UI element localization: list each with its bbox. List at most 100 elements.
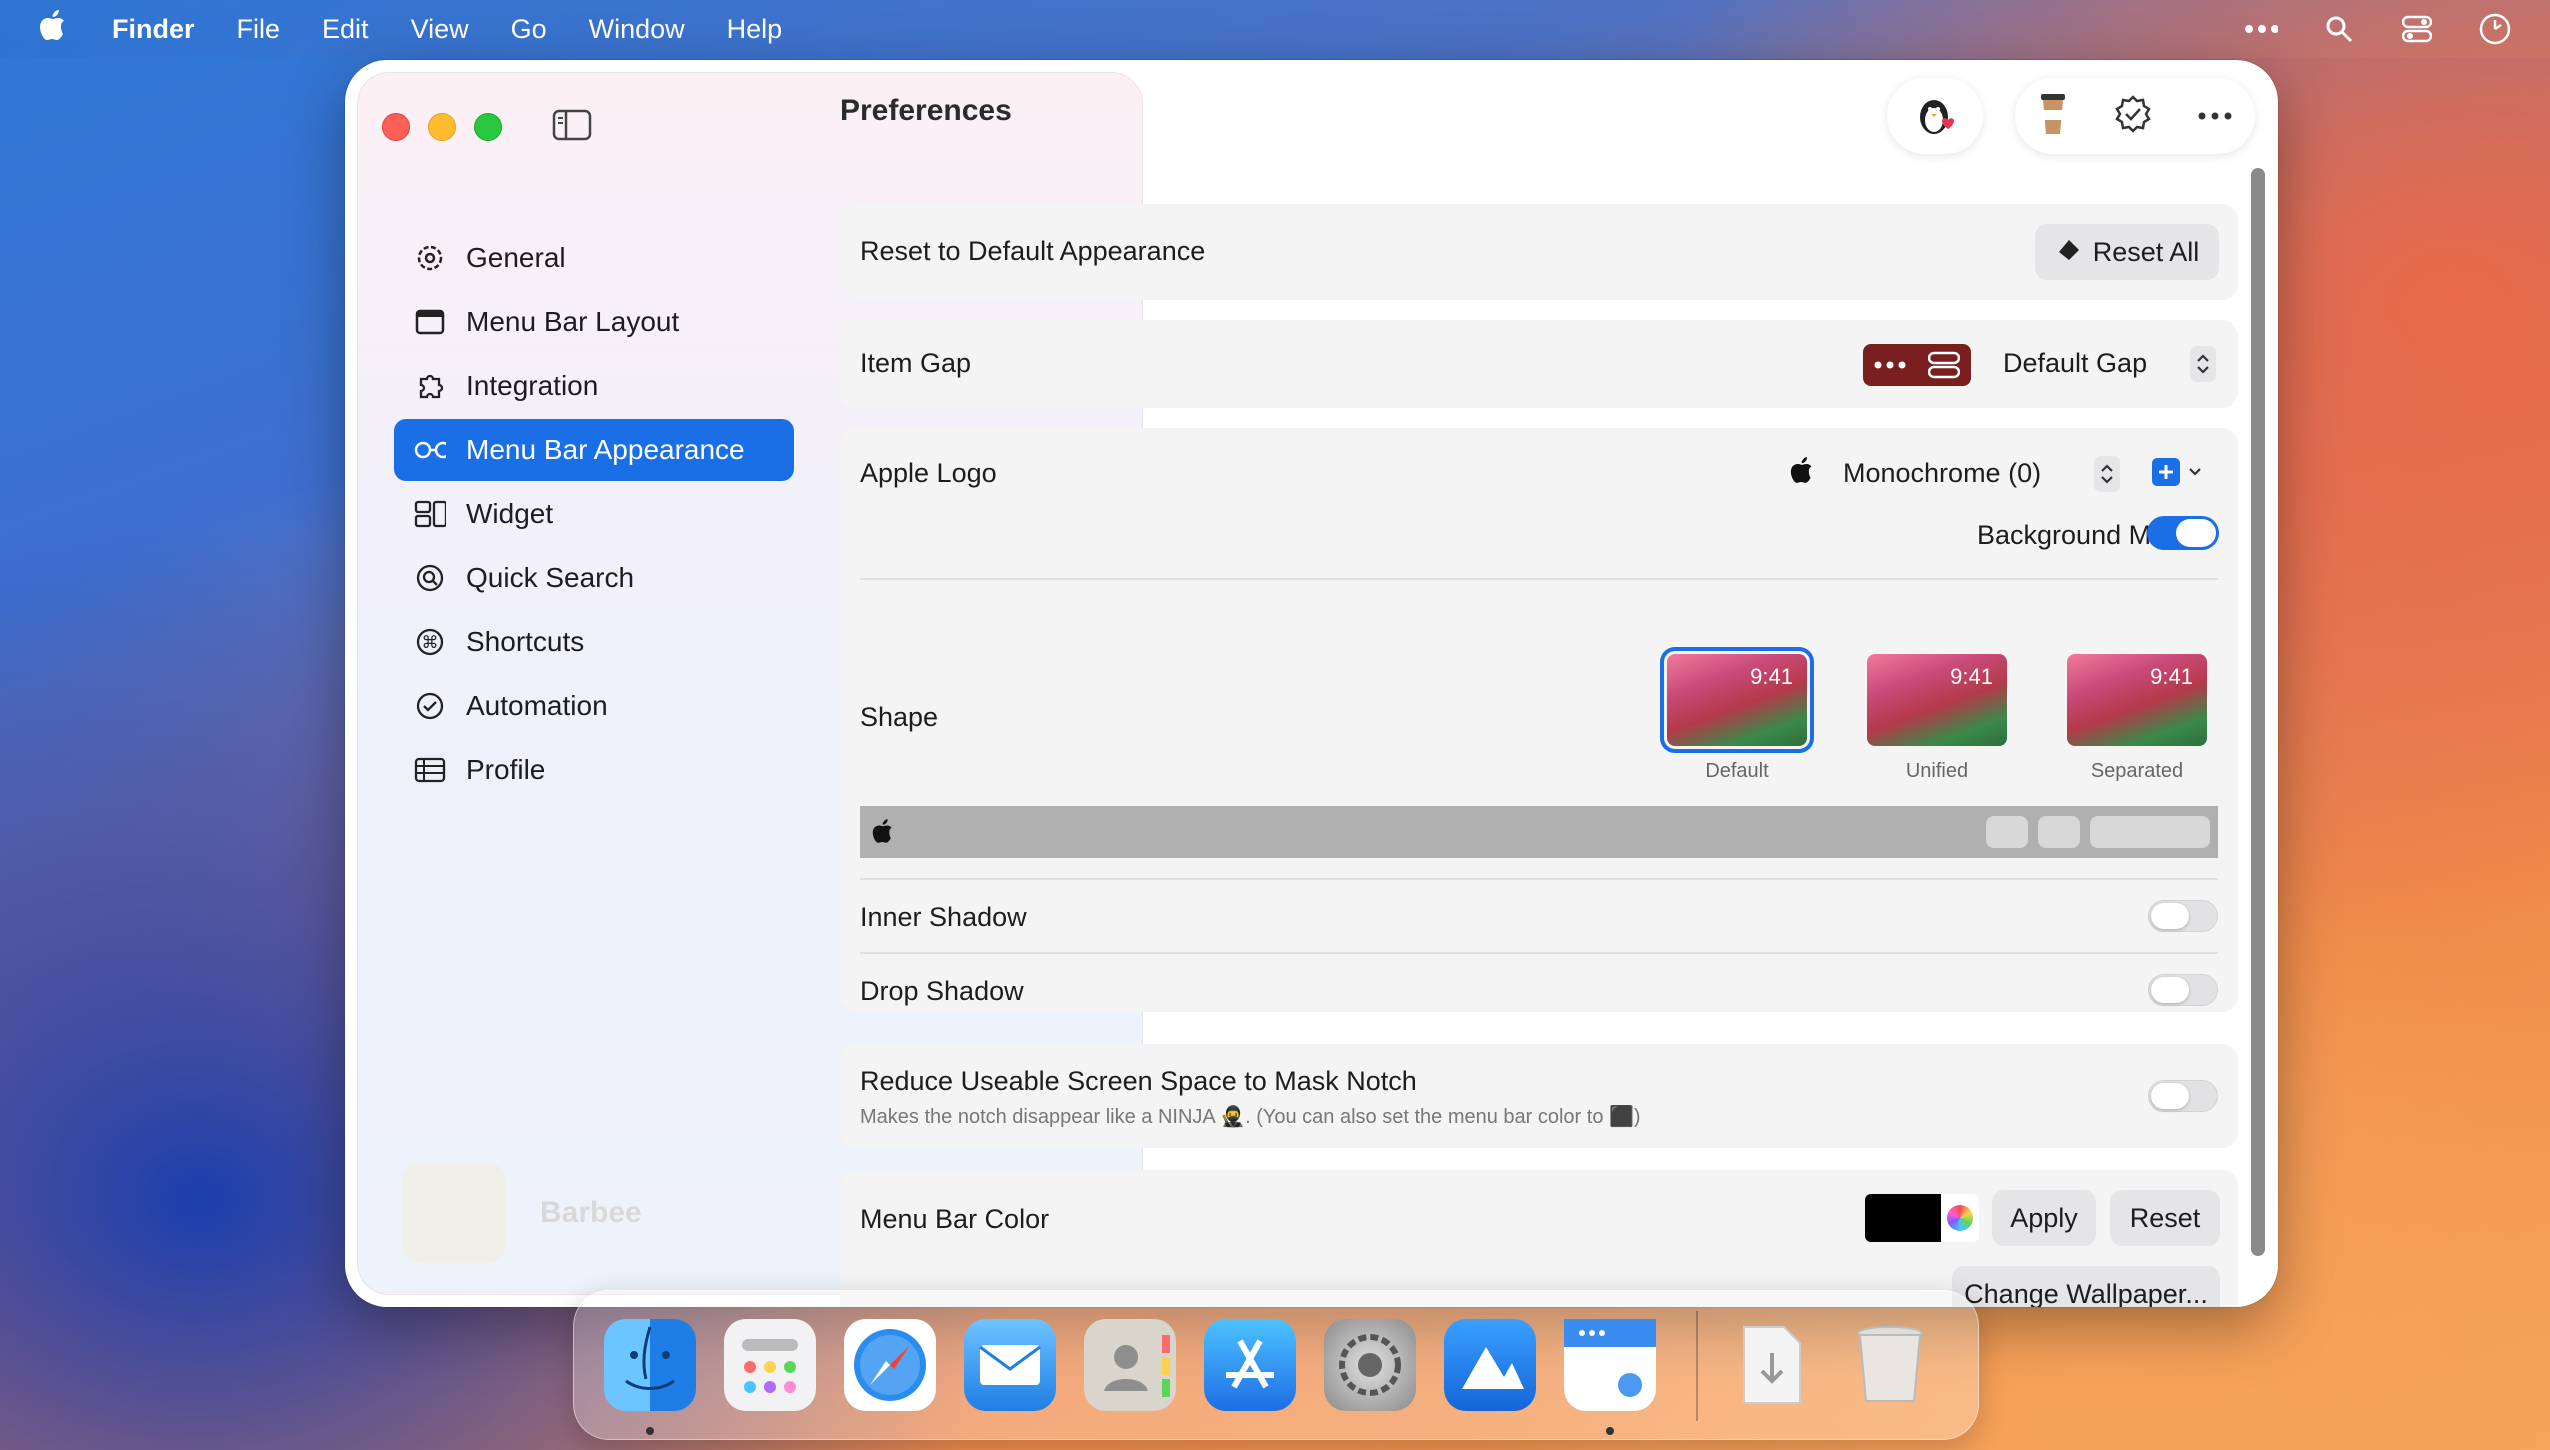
sidebar-toggle-icon[interactable] — [552, 109, 592, 143]
trash-icon[interactable] — [1844, 1319, 1936, 1411]
mail-icon[interactable] — [964, 1319, 1056, 1411]
sidebar-item-label: Integration — [466, 370, 599, 401]
sidebar-item-profile[interactable]: Profile — [394, 739, 794, 801]
dock — [573, 1290, 1979, 1440]
sidebar-item-automation[interactable]: Automation — [394, 675, 794, 737]
brand: Barbee — [402, 1163, 642, 1263]
toggles-icon — [1928, 351, 1960, 379]
item-gap-select[interactable]: Default Gap — [2003, 348, 2147, 379]
zoom-button[interactable] — [474, 113, 502, 141]
sidebar-item-integration[interactable]: Integration — [394, 355, 794, 417]
menu-edit[interactable]: Edit — [322, 14, 369, 45]
apple-menu-icon[interactable] — [38, 9, 68, 49]
menu-file[interactable]: File — [237, 14, 281, 45]
preview-time: 9:41 — [1750, 664, 1793, 689]
menu-bar-color-card: Menu Bar Color Apply Reset Change Wallpa… — [840, 1170, 2238, 1307]
sidebar-item-general[interactable]: General — [394, 227, 794, 289]
drop-shadow-toggle[interactable] — [2148, 974, 2218, 1006]
control-center-icon[interactable] — [2400, 12, 2434, 46]
safari-icon[interactable] — [844, 1319, 936, 1411]
menu-bar-color-label: Menu Bar Color — [860, 1204, 1050, 1234]
preview-time: 9:41 — [2150, 664, 2193, 689]
notch-toggle[interactable] — [2148, 1080, 2218, 1112]
barbee-app-icon[interactable] — [1564, 1319, 1656, 1411]
sidebar-item-label: Menu Bar Layout — [466, 306, 680, 337]
preview-time: 9:41 — [1950, 664, 1993, 689]
inner-shadow-toggle[interactable] — [2148, 900, 2218, 932]
coffee-cup-icon[interactable] — [2038, 92, 2068, 141]
shape-preview: 9:41 — [1867, 654, 2007, 746]
barbee-logo — [402, 1163, 506, 1263]
reset-color-button[interactable]: Reset — [2110, 1190, 2220, 1246]
sidebar-item-label: Shortcuts — [466, 626, 585, 657]
menubar-window-icon — [414, 306, 446, 338]
command-icon: ⌘ — [414, 626, 446, 658]
add-logo-menu[interactable] — [2152, 458, 2202, 486]
apple-logo-stepper-icon[interactable] — [2094, 456, 2120, 492]
running-indicator — [646, 1427, 654, 1435]
menu-go[interactable]: Go — [511, 14, 547, 45]
verified-badge-icon[interactable] — [2114, 94, 2152, 138]
menu-window[interactable]: Window — [589, 14, 685, 45]
finder-icon[interactable] — [604, 1319, 696, 1411]
sidebar-item-menu-bar-appearance[interactable]: Menu Bar Appearance — [394, 419, 794, 481]
apple-logo-label: Apple Logo — [860, 458, 997, 488]
sidebar-item-widget[interactable]: Widget — [394, 483, 794, 545]
notch-description: Makes the notch disappear like a NINJA 🥷… — [860, 1106, 1641, 1128]
apple-logo-icon — [1790, 456, 1814, 489]
sidebar-item-label: Widget — [466, 498, 554, 529]
apple-logo-select[interactable]: Monochrome (0) — [1843, 458, 2041, 489]
menu-help[interactable]: Help — [727, 14, 783, 45]
apply-button[interactable]: Apply — [1992, 1190, 2096, 1246]
clock-icon — [414, 690, 446, 722]
widget-icon — [414, 498, 446, 530]
inner-shadow-label: Inner Shadow — [860, 902, 1027, 932]
item-gap-preview — [1863, 344, 1971, 386]
item-gap-stepper-icon[interactable] — [2190, 346, 2216, 382]
window-controls — [382, 113, 502, 141]
scrollbar[interactable] — [2251, 168, 2265, 1256]
dock-separator — [1696, 1311, 1698, 1421]
eraser-icon — [2055, 236, 2081, 269]
shape-caption: Unified — [1905, 760, 1969, 782]
divider — [860, 952, 2218, 954]
contacts-icon[interactable] — [1084, 1319, 1176, 1411]
menu-view[interactable]: View — [411, 14, 469, 45]
sidebar-item-quick-search[interactable]: Quick Search — [394, 547, 794, 609]
shape-caption: Default — [1705, 760, 1769, 782]
color-wheel-icon[interactable] — [1941, 1194, 1979, 1242]
menu-bar-preview — [860, 806, 2218, 858]
downloads-icon[interactable] — [1724, 1319, 1816, 1411]
background-mask-toggle[interactable] — [2147, 516, 2219, 550]
color-swatch[interactable] — [1865, 1194, 1941, 1242]
preview-item — [2090, 816, 2210, 848]
reset-all-button[interactable]: Reset All — [2035, 224, 2219, 280]
shape-option-unified[interactable]: 9:41 Unified — [1867, 654, 2007, 783]
minimize-button[interactable] — [428, 113, 456, 141]
preview-item — [1986, 816, 2028, 848]
apple-logo-icon — [872, 819, 892, 843]
close-button[interactable] — [382, 113, 410, 141]
shape-option-separated[interactable]: 9:41 Separated — [2067, 654, 2207, 783]
app-store-icon[interactable] — [1204, 1319, 1296, 1411]
profile-card-icon — [414, 754, 446, 786]
menu-app-name[interactable]: Finder — [112, 14, 195, 45]
more-options-icon[interactable] — [2198, 107, 2232, 125]
spotlight-search-icon[interactable] — [2322, 12, 2356, 46]
glasses-icon — [414, 434, 446, 466]
apple-logo-card: Apple Logo Monochrome (0) Background Mas… — [840, 428, 2238, 1012]
mountains-app-icon[interactable] — [1444, 1319, 1536, 1411]
penguin-avatar-icon[interactable] — [1912, 91, 1958, 142]
svg-text:⌘: ⌘ — [422, 633, 439, 653]
clock-menu-icon[interactable] — [2478, 12, 2512, 46]
launchpad-icon[interactable] — [724, 1319, 816, 1411]
divider — [860, 578, 2218, 580]
shape-option-default[interactable]: 9:41 Default — [1660, 647, 1814, 783]
sidebar-item-menu-bar-layout[interactable]: Menu Bar Layout — [394, 291, 794, 353]
more-icon[interactable] — [2244, 12, 2278, 46]
sidebar-item-shortcuts[interactable]: ⌘ Shortcuts — [394, 611, 794, 673]
system-settings-icon[interactable] — [1324, 1319, 1416, 1411]
shape-caption: Separated — [2090, 760, 2184, 782]
toolbar-group-right — [2015, 78, 2255, 154]
change-wallpaper-button[interactable]: Change Wallpaper... — [1952, 1266, 2220, 1307]
